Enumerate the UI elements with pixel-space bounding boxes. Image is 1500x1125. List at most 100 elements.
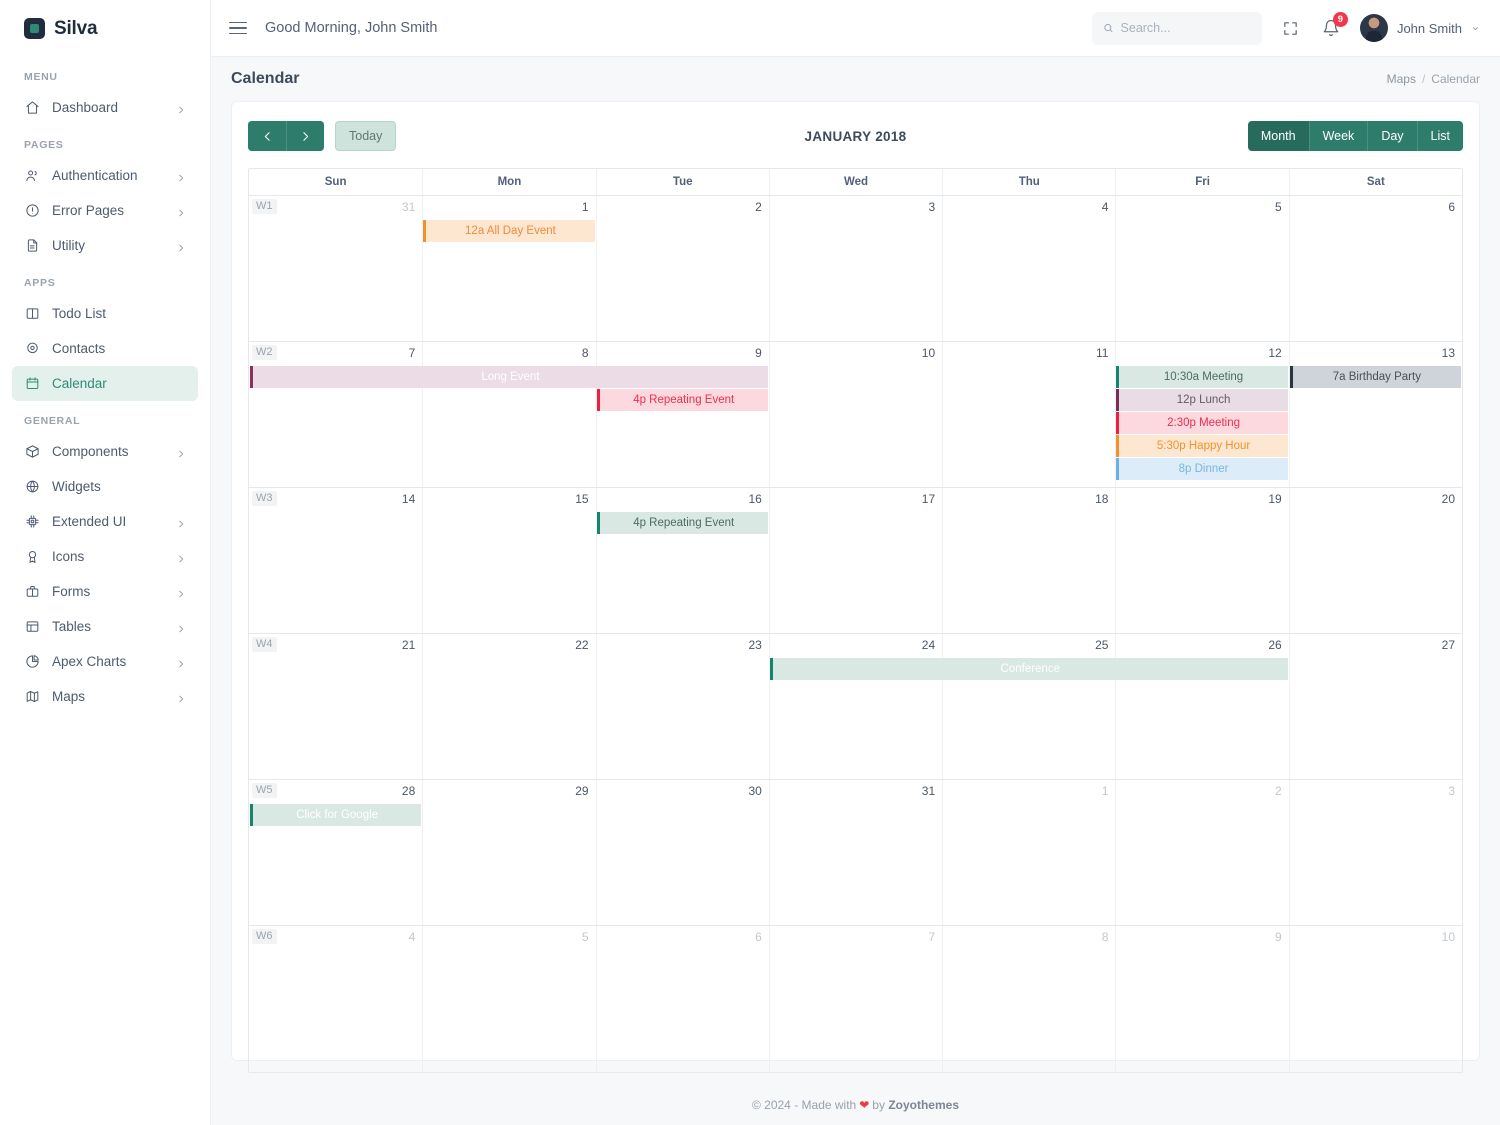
- day-number: 8: [581, 346, 589, 360]
- day-cell[interactable]: 4: [942, 196, 1115, 341]
- calendar-event[interactable]: 2:30p Meeting: [1116, 412, 1288, 434]
- day-cell[interactable]: W6 4: [249, 926, 422, 1072]
- sidebar-item-todo-list[interactable]: Todo List: [12, 296, 198, 331]
- sidebar-item-widgets[interactable]: Widgets: [12, 469, 198, 504]
- sidebar-item-forms[interactable]: Forms: [12, 574, 198, 609]
- calendar-event[interactable]: 12p Lunch: [1116, 389, 1288, 411]
- sidebar-item-components[interactable]: Components: [12, 434, 198, 469]
- menu-toggle-icon[interactable]: [229, 17, 251, 39]
- sidebar-item-label: Extended UI: [52, 514, 127, 529]
- chevron-right-icon: [176, 517, 186, 527]
- day-cell[interactable]: 20: [1288, 488, 1462, 633]
- day-cell[interactable]: 13: [1288, 342, 1462, 487]
- breadcrumb-parent[interactable]: Maps: [1387, 72, 1416, 86]
- calendar-event[interactable]: 4p Repeating Event: [596, 512, 768, 534]
- day-cell[interactable]: 3: [1288, 780, 1462, 925]
- user-profile-menu[interactable]: John Smith: [1359, 14, 1480, 42]
- calendar-event[interactable]: Long Event: [250, 366, 768, 388]
- calendar-view-list-button[interactable]: List: [1416, 121, 1463, 151]
- day-cell[interactable]: 2: [595, 196, 769, 341]
- notifications-button[interactable]: 9: [1320, 12, 1348, 39]
- day-cell[interactable]: 8: [422, 342, 595, 487]
- day-cell[interactable]: W1 31: [249, 196, 422, 341]
- search-input[interactable]: [1120, 21, 1251, 35]
- day-cell[interactable]: 17: [768, 488, 942, 633]
- globe-icon: [24, 478, 41, 495]
- day-cell[interactable]: 3: [768, 196, 942, 341]
- sidebar-item-icons[interactable]: Icons: [12, 539, 198, 574]
- day-cell[interactable]: 2: [1115, 780, 1288, 925]
- sidebar-item-error-pages[interactable]: Error Pages: [12, 193, 198, 228]
- sidebar-item-label: Components: [52, 444, 129, 459]
- calendar-event[interactable]: Conference: [769, 658, 1288, 680]
- day-cell[interactable]: 1: [422, 196, 595, 341]
- next-month-button[interactable]: [286, 121, 324, 151]
- sidebar-item-calendar[interactable]: Calendar: [12, 366, 198, 401]
- map-icon: [24, 688, 41, 705]
- day-cell[interactable]: 27: [1288, 634, 1462, 779]
- calendar-card: Today JANUARY 2018 Month Week Day List Sun M…: [231, 101, 1480, 1073]
- prev-month-button[interactable]: [248, 121, 286, 151]
- sidebar-item-dashboard[interactable]: Dashboard: [12, 90, 198, 125]
- sidebar-item-contacts[interactable]: Contacts: [12, 331, 198, 366]
- day-cell[interactable]: 31: [768, 780, 942, 925]
- brand-logo[interactable]: Silva: [0, 0, 210, 57]
- sidebar-item-label: Error Pages: [52, 203, 125, 218]
- day-cell[interactable]: 10: [768, 342, 942, 487]
- day-cell[interactable]: 29: [422, 780, 595, 925]
- day-cell[interactable]: 22: [422, 634, 595, 779]
- day-cell[interactable]: 24: [768, 634, 942, 779]
- sidebar-item-authentication[interactable]: Authentication: [12, 158, 198, 193]
- day-cell[interactable]: 5: [1115, 196, 1288, 341]
- sidebar-item-tables[interactable]: Tables: [12, 609, 198, 644]
- calendar-event[interactable]: 12a All Day Event: [423, 220, 595, 242]
- chevron-right-icon: [176, 587, 186, 597]
- day-cell[interactable]: 6: [595, 926, 769, 1072]
- day-cell[interactable]: 6: [1288, 196, 1462, 341]
- today-button[interactable]: Today: [335, 121, 397, 151]
- calendar-toolbar: Today JANUARY 2018 Month Week Day List: [248, 118, 1463, 154]
- day-cell[interactable]: 9: [595, 342, 769, 487]
- calendar-view-month-button[interactable]: Month: [1247, 121, 1309, 151]
- sidebar-item-label: Todo List: [52, 306, 107, 321]
- day-cell[interactable]: 23: [595, 634, 769, 779]
- day-cell[interactable]: 15: [422, 488, 595, 633]
- calendar-view-day-button[interactable]: Day: [1367, 121, 1416, 151]
- day-cell[interactable]: 5: [422, 926, 595, 1072]
- day-number: 3: [928, 200, 936, 214]
- fullscreen-button[interactable]: [1280, 17, 1302, 39]
- calendar-event[interactable]: 10:30a Meeting: [1116, 366, 1288, 388]
- day-number: 14: [401, 492, 416, 506]
- calendar-event[interactable]: 5:30p Happy Hour: [1116, 435, 1288, 457]
- calendar-event[interactable]: 4p Repeating Event: [596, 389, 768, 411]
- sidebar-item-apex-charts[interactable]: Apex Charts: [12, 644, 198, 679]
- day-cell[interactable]: W4 21: [249, 634, 422, 779]
- breadcrumb-separator: /: [1421, 72, 1426, 86]
- sidebar-item-extended-ui[interactable]: Extended UI: [12, 504, 198, 539]
- day-cell[interactable]: 16: [595, 488, 769, 633]
- calendar-view-week-button[interactable]: Week: [1308, 121, 1368, 151]
- day-cell[interactable]: 25: [942, 634, 1115, 779]
- sidebar-item-maps[interactable]: Maps: [12, 679, 198, 714]
- day-cell[interactable]: 26: [1115, 634, 1288, 779]
- main-area: Good Morning, John Smith 9: [211, 0, 1500, 1125]
- day-cell[interactable]: 30: [595, 780, 769, 925]
- day-cell[interactable]: 10: [1288, 926, 1462, 1072]
- day-cell[interactable]: W5 28: [249, 780, 422, 925]
- day-cell[interactable]: W2 7: [249, 342, 422, 487]
- day-cell[interactable]: 11: [942, 342, 1115, 487]
- day-number: 7: [408, 346, 416, 360]
- day-cell[interactable]: 1: [942, 780, 1115, 925]
- search-box[interactable]: [1091, 11, 1262, 45]
- calendar-event[interactable]: Click for Google: [250, 804, 422, 826]
- calendar-event[interactable]: 8p Dinner: [1116, 458, 1288, 480]
- day-cell[interactable]: 8: [942, 926, 1115, 1072]
- sidebar-item-utility[interactable]: Utility: [12, 228, 198, 263]
- day-cell[interactable]: 7: [768, 926, 942, 1072]
- day-cell[interactable]: W3 14: [249, 488, 422, 633]
- day-cell[interactable]: 18: [942, 488, 1115, 633]
- chevron-right-icon: [303, 131, 309, 141]
- calendar-event[interactable]: 7a Birthday Party: [1289, 366, 1461, 388]
- day-cell[interactable]: 9: [1115, 926, 1288, 1072]
- day-cell[interactable]: 19: [1115, 488, 1288, 633]
